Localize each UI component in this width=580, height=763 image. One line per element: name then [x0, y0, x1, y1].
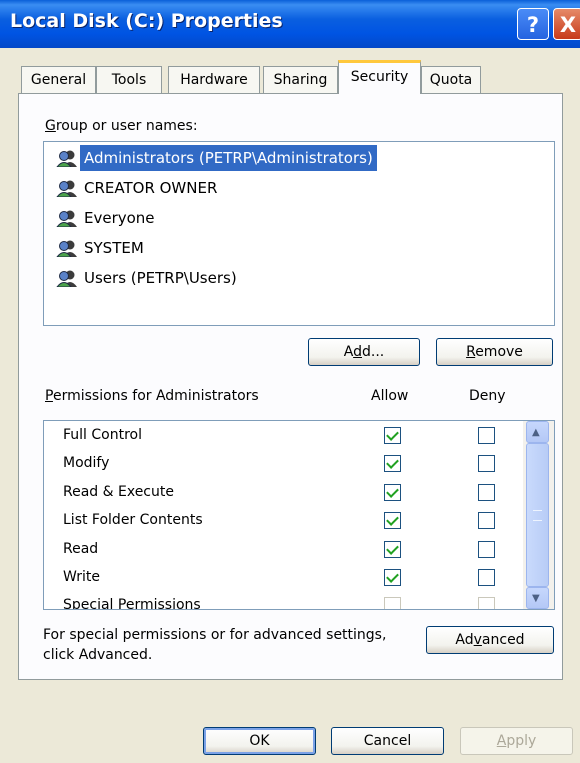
permissions-label: Permissions for Administrators	[45, 388, 259, 404]
list-item-label: CREATOR OWNER	[84, 179, 218, 197]
permissions-scrollbar[interactable]: ▲ ▼	[523, 421, 554, 609]
permissions-list[interactable]: Full Control Modify Read & Execute List …	[43, 420, 555, 610]
remove-button[interactable]: Remove	[436, 338, 553, 366]
permission-row-full-control: Full Control	[44, 423, 524, 451]
permission-row-read: Read	[44, 537, 524, 565]
tab-security[interactable]: Security	[338, 60, 421, 94]
permission-name: Read & Execute	[63, 484, 174, 500]
deny-checkbox-write[interactable]	[478, 569, 495, 586]
users-group-icon	[56, 270, 77, 287]
tab-quota[interactable]: Quota	[421, 66, 481, 93]
users-group-icon	[56, 210, 77, 227]
deny-checkbox-special-permissions[interactable]	[478, 597, 495, 609]
permission-row-read-execute: Read & Execute	[44, 480, 524, 508]
allow-checkbox-list-folder-contents[interactable]	[384, 512, 401, 529]
group-list-label: Group or user names:	[45, 118, 198, 134]
deny-checkbox-list-folder-contents[interactable]	[478, 512, 495, 529]
cancel-button[interactable]: Cancel	[331, 727, 444, 755]
allow-checkbox-write[interactable]	[384, 569, 401, 586]
close-button[interactable]: X	[553, 8, 580, 40]
properties-dialog: Local Disk (C:) Properties ? X General T…	[0, 0, 580, 763]
title-bar[interactable]: Local Disk (C:) Properties ? X	[0, 0, 580, 48]
permission-row-special-permissions: Special Permissions	[44, 593, 524, 610]
permission-name: List Folder Contents	[63, 512, 203, 528]
users-group-icon	[56, 180, 77, 197]
users-group-icon	[56, 240, 77, 257]
help-button[interactable]: ?	[517, 8, 549, 40]
tab-sharing[interactable]: Sharing	[263, 66, 338, 93]
grip-icon	[533, 510, 542, 521]
allow-checkbox-modify[interactable]	[384, 455, 401, 472]
tab-hardware[interactable]: Hardware	[168, 66, 260, 93]
deny-checkbox-full-control[interactable]	[478, 427, 495, 444]
advanced-button[interactable]: Advanced	[426, 626, 554, 654]
users-group-icon	[56, 150, 77, 167]
allow-header: Allow	[371, 388, 409, 404]
permission-name: Read	[63, 541, 99, 557]
allow-checkbox-read[interactable]	[384, 541, 401, 558]
permission-row-modify: Modify	[44, 451, 524, 479]
allow-checkbox-special-permissions[interactable]	[384, 597, 401, 609]
allow-checkbox-full-control[interactable]	[384, 427, 401, 444]
scroll-thumb[interactable]	[526, 443, 549, 587]
advanced-hint-line1: For special permissions or for advanced …	[43, 627, 387, 643]
permission-name: Special Permissions	[63, 597, 201, 610]
list-item-label: Administrators (PETRP\Administrators)	[80, 145, 377, 171]
chevron-down-icon: ▼	[532, 593, 540, 604]
window-title: Local Disk (C:) Properties	[10, 10, 283, 32]
ok-button[interactable]: OK	[203, 727, 316, 755]
permission-row-list-folder-contents: List Folder Contents	[44, 508, 524, 536]
list-item-label: Users (PETRP\Users)	[84, 269, 237, 287]
deny-header: Deny	[469, 388, 506, 404]
scroll-down-button[interactable]: ▼	[526, 587, 549, 609]
permission-row-write: Write	[44, 565, 524, 593]
deny-checkbox-read[interactable]	[478, 541, 495, 558]
tab-general[interactable]: General	[21, 66, 96, 93]
tab-tools[interactable]: Tools	[96, 66, 162, 93]
list-item-label: Everyone	[84, 209, 155, 227]
apply-button[interactable]: Apply	[460, 727, 573, 755]
permission-name: Full Control	[63, 427, 142, 443]
scroll-up-button[interactable]: ▲	[526, 421, 549, 443]
permission-name: Write	[63, 569, 100, 585]
group-user-list[interactable]: Administrators (PETRP\Administrators) CR…	[43, 141, 555, 326]
allow-checkbox-read-execute[interactable]	[384, 484, 401, 501]
permission-name: Modify	[63, 455, 110, 471]
add-button[interactable]: Add...	[308, 338, 420, 366]
list-item-label: SYSTEM	[84, 239, 144, 257]
deny-checkbox-modify[interactable]	[478, 455, 495, 472]
chevron-up-icon: ▲	[532, 427, 540, 438]
deny-checkbox-read-execute[interactable]	[478, 484, 495, 501]
advanced-hint-line2: click Advanced.	[43, 647, 153, 663]
